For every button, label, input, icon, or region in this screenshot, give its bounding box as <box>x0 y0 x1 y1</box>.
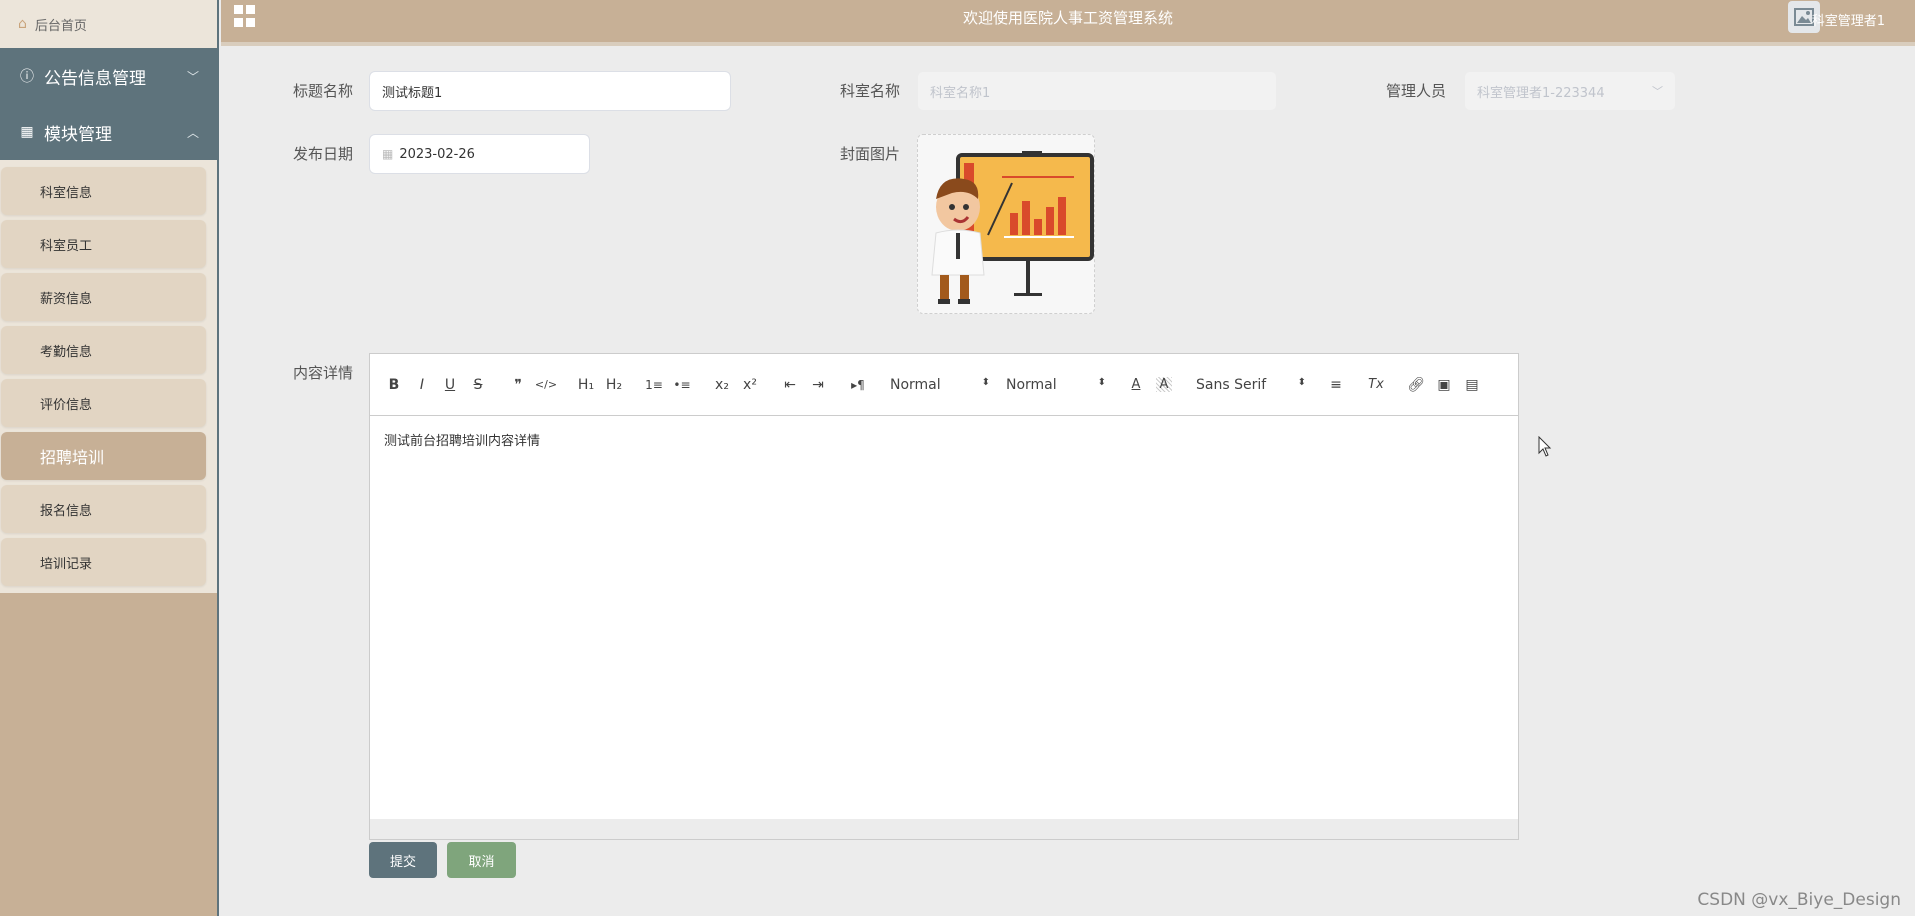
title-input-value: 测试标题1 <box>382 85 443 101</box>
dept-label: 科室名称 <box>840 82 901 100</box>
strike-button[interactable]: S <box>464 377 492 393</box>
cover-image <box>931 151 1094 304</box>
title-label: 标题名称 <box>293 82 354 100</box>
dept-input: 科室名称1 <box>917 71 1277 111</box>
text-color-icon[interactable]: A <box>1122 377 1150 392</box>
size-select[interactable]: Normal ⬍ <box>890 377 994 393</box>
current-user[interactable]: 科室管理者1 <box>1812 10 1885 29</box>
sidebar-home-label: 后台首页 <box>34 18 87 34</box>
sidebar-item-recruit-training[interactable]: 招聘培训 <box>1 432 206 480</box>
video-icon[interactable]: ▤ <box>1458 377 1486 393</box>
content-label: 内容详情 <box>293 364 354 382</box>
code-block-button[interactable]: </> <box>532 378 560 391</box>
manager-select: 科室管理者1-223344 ﹀ <box>1464 71 1676 111</box>
sidebar-item-label: 薪资信息 <box>40 291 93 307</box>
dept-input-placeholder: 科室名称1 <box>930 85 991 101</box>
grid-icon: ▦ <box>20 124 34 140</box>
sidebar-item-label: 科室信息 <box>40 185 93 201</box>
title-input[interactable]: 测试标题1 <box>369 71 731 111</box>
manager-label: 管理人员 <box>1386 82 1447 100</box>
indent-button[interactable]: ⇥ <box>804 377 832 393</box>
chevron-up-icon: ︿ <box>186 125 199 140</box>
home-icon: ⌂ <box>18 16 27 32</box>
submit-button[interactable]: 提交 <box>369 842 437 878</box>
sidebar-group-label: 公告信息管理 <box>44 68 146 89</box>
blockquote-button[interactable]: ❞ <box>504 377 532 393</box>
bold-button[interactable]: B <box>380 377 408 393</box>
cover-label: 封面图片 <box>840 145 901 163</box>
calendar-icon: ▦ <box>382 147 394 161</box>
italic-button[interactable]: I <box>408 377 436 393</box>
sidebar-item-dept-staff[interactable]: 科室员工 <box>1 220 206 268</box>
sidebar-home[interactable]: ⌂ 后台首页 <box>0 0 217 48</box>
link-icon[interactable]: 🔗︎ <box>1402 377 1430 393</box>
date-picker-value: 2023-02-26 <box>399 146 475 162</box>
app-title: 欢迎使用医院人事工资管理系统 <box>962 9 1173 27</box>
sidebar-group-label: 模块管理 <box>44 124 112 145</box>
chevron-down-icon: ﹀ <box>1652 85 1663 98</box>
info-circle-icon: ⓘ <box>20 69 34 85</box>
sidebar-item-label: 评价信息 <box>40 397 93 413</box>
date-picker[interactable]: ▦ 2023-02-26 <box>369 134 590 174</box>
editor-content[interactable]: 测试前台招聘培训内容详情 <box>370 416 1518 463</box>
date-label: 发布日期 <box>293 145 354 163</box>
header1-button[interactable]: H₁ <box>572 377 600 393</box>
text-direction-button[interactable]: ▸¶ <box>844 378 872 392</box>
outdent-button[interactable]: ⇤ <box>776 377 804 393</box>
watermark: CSDN @vx_Biye_Design <box>1697 890 1901 910</box>
manager-select-value: 科室管理者1-223344 <box>1477 85 1605 101</box>
sidebar-item-label: 报名信息 <box>40 503 93 519</box>
mouse-cursor-icon <box>1538 436 1552 457</box>
font-select-value: Sans Serif <box>1196 376 1267 393</box>
sidebar-item-evaluation[interactable]: 评价信息 <box>1 379 206 427</box>
header-select[interactable]: Normal ⬍ <box>1006 377 1110 393</box>
bullet-list-button[interactable]: •≡ <box>668 378 696 392</box>
image-icon[interactable]: ▣ <box>1430 377 1458 393</box>
cover-image-upload[interactable] <box>917 134 1095 314</box>
header-select-value: Normal <box>1006 376 1057 393</box>
sidebar-item-attendance[interactable]: 考勤信息 <box>1 326 206 374</box>
chevron-down-icon: ﹀ <box>186 69 199 84</box>
subscript-button[interactable]: x₂ <box>708 377 736 393</box>
sidebar-item-training-records[interactable]: 培训记录 <box>1 538 206 586</box>
top-bar: 欢迎使用医院人事工资管理系统 科室管理者1 <box>221 0 1915 46</box>
background-color-icon[interactable]: A <box>1156 377 1172 392</box>
rich-text-editor: B I U S ❞ </> H₁ H₂ 1≡ •≡ x₂ x² ⇤ ⇥ ▸¶ N… <box>369 353 1519 840</box>
sidebar-item-label: 招聘培训 <box>40 448 105 467</box>
sidebar-item-label: 考勤信息 <box>40 344 93 360</box>
underline-button[interactable]: U <box>436 377 464 393</box>
sidebar-submenu: 科室信息 科室员工 薪资信息 考勤信息 评价信息 招聘培训 报名信息 培训记录 <box>0 160 217 593</box>
ordered-list-button[interactable]: 1≡ <box>640 378 668 392</box>
updown-icon: ⬍ <box>1097 376 1106 388</box>
editor-toolbar: B I U S ❞ </> H₁ H₂ 1≡ •≡ x₂ x² ⇤ ⇥ ▸¶ N… <box>370 354 1518 416</box>
align-button[interactable]: ≡ <box>1322 377 1350 393</box>
cancel-button[interactable]: 取消 <box>447 842 516 878</box>
sidebar-item-salary[interactable]: 薪资信息 <box>1 273 206 321</box>
sidebar-item-label: 培训记录 <box>40 556 93 572</box>
editor-scroll-area <box>370 819 1518 839</box>
sidebar-item-registration[interactable]: 报名信息 <box>1 485 206 533</box>
updown-icon: ⬍ <box>981 376 990 388</box>
clean-format-button[interactable]: Tx <box>1362 377 1390 392</box>
header2-button[interactable]: H₂ <box>600 377 628 393</box>
font-select[interactable]: Sans Serif ⬍ <box>1196 377 1310 393</box>
sidebar-group-modules[interactable]: ▦ 模块管理 ︿ <box>0 104 217 160</box>
superscript-button[interactable]: x² <box>736 377 764 393</box>
sidebar-item-dept-info[interactable]: 科室信息 <box>1 167 206 215</box>
updown-icon: ⬍ <box>1297 376 1306 388</box>
sidebar-item-label: 科室员工 <box>40 238 93 254</box>
sidebar: ⌂ 后台首页 ⓘ 公告信息管理 ﹀ ▦ 模块管理 ︿ 科室信息 科室员工 薪资信… <box>0 0 219 916</box>
sidebar-group-notices[interactable]: ⓘ 公告信息管理 ﹀ <box>0 48 217 104</box>
size-select-value: Normal <box>890 376 941 393</box>
